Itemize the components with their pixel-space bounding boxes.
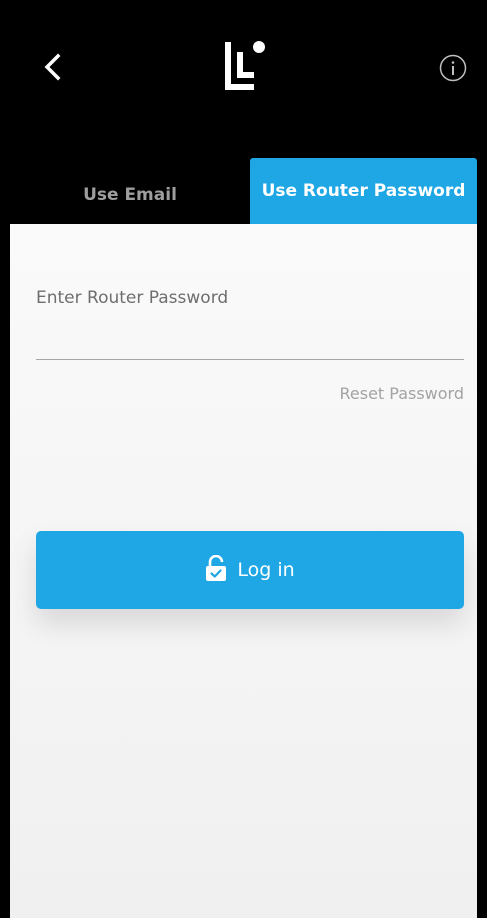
login-form: Enter Router Password Reset Password Log… bbox=[10, 224, 477, 918]
router-password-input[interactable] bbox=[36, 320, 464, 360]
top-bar bbox=[10, 0, 477, 158]
password-field-label: Enter Router Password bbox=[36, 288, 229, 308]
chevron-left-icon bbox=[44, 53, 61, 81]
reset-password-link[interactable]: Reset Password bbox=[339, 384, 464, 403]
tab-use-email[interactable]: Use Email bbox=[10, 158, 250, 224]
app-screen: Use Email Use Router Password Enter Rout… bbox=[0, 0, 487, 918]
info-button[interactable] bbox=[439, 54, 467, 82]
login-method-tabs: Use Email Use Router Password bbox=[10, 158, 477, 224]
info-circle-icon bbox=[439, 54, 467, 82]
login-button[interactable]: Log in bbox=[36, 531, 464, 609]
lock-icon bbox=[206, 555, 227, 581]
login-button-label: Log in bbox=[237, 559, 295, 581]
tab-use-router-password[interactable]: Use Router Password bbox=[250, 158, 477, 224]
linksys-logo-icon bbox=[222, 40, 272, 92]
back-button[interactable] bbox=[38, 50, 68, 84]
